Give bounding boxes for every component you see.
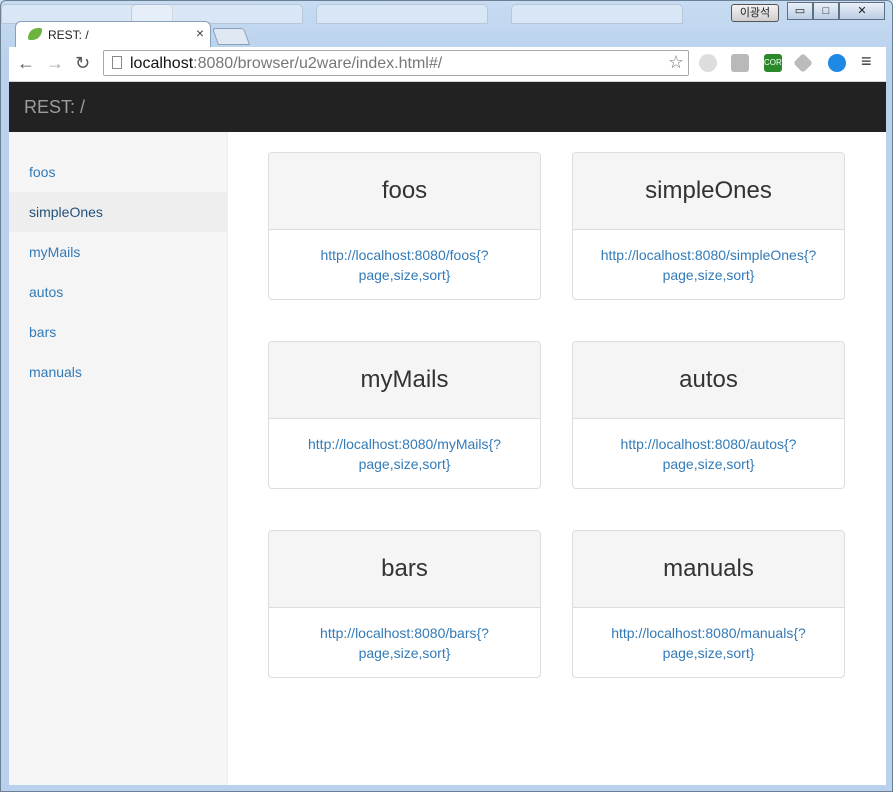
card-header: simpleOnes <box>573 153 844 230</box>
card-title: autos <box>679 366 738 393</box>
extension-icon[interactable] <box>699 54 717 72</box>
sidebar: foos simpleOnes myMails autos bars manua… <box>9 132 228 785</box>
resource-card: foos http://localhost:8080/foos{? page,si… <box>268 152 541 300</box>
resource-link[interactable]: http://localhost:8080/simpleOnes{? page,s… <box>573 230 844 285</box>
sidebar-item-autos[interactable]: autos <box>9 272 227 312</box>
active-tab[interactable]: REST: / × <box>15 21 211 47</box>
background-tab[interactable] <box>511 4 683 24</box>
spring-leaf-icon <box>28 28 42 40</box>
background-tab[interactable] <box>316 4 488 24</box>
card-title: simpleOnes <box>645 177 772 204</box>
card-header: myMails <box>269 342 540 419</box>
card-title: manuals <box>663 555 754 582</box>
cors-extension-icon[interactable]: CORS <box>764 54 787 72</box>
resource-card: manuals http://localhost:8080/manuals{? p… <box>572 530 845 678</box>
resource-link[interactable]: http://localhost:8080/autos{? page,size,s… <box>573 419 844 474</box>
tab-title: REST: / <box>48 28 89 42</box>
card-header: autos <box>573 342 844 419</box>
back-icon[interactable]: ← <box>17 53 35 74</box>
resource-card: bars http://localhost:8080/bars{? page,si… <box>268 530 541 678</box>
navbar: REST: / <box>9 82 886 132</box>
card-header: foos <box>269 153 540 230</box>
card-header: manuals <box>573 531 844 608</box>
sidebar-item-simpleones[interactable]: simpleOnes <box>9 192 227 232</box>
dropbox-icon[interactable] <box>731 54 749 72</box>
resource-card: simpleOnes http://localhost:8080/simpleO… <box>572 152 845 300</box>
download-icon[interactable] <box>828 54 846 72</box>
window-controls: ▭ □ ✕ <box>787 2 885 21</box>
resource-link[interactable]: http://localhost:8080/manuals{? page,size… <box>573 608 844 663</box>
page-icon <box>112 56 122 69</box>
profile-button[interactable]: 이광석 <box>731 4 779 22</box>
maximize-button[interactable]: □ <box>813 2 839 20</box>
browser-toolbar: ← → ↻ localhost:8080/browser/u2ware/inde… <box>9 47 886 82</box>
sidebar-item-mymails[interactable]: myMails <box>9 232 227 272</box>
card-title: foos <box>381 177 428 204</box>
navbar-brand[interactable]: REST: / <box>24 97 85 118</box>
resource-link[interactable]: http://localhost:8080/foos{? page,size,so… <box>269 230 540 285</box>
reload-icon[interactable]: ↻ <box>75 53 90 74</box>
url-text: localhost:8080/browser/u2ware/index.html… <box>130 55 443 72</box>
card-title: myMails <box>360 366 449 393</box>
resource-link[interactable]: http://localhost:8080/bars{? page,size,so… <box>269 608 540 663</box>
minimize-button[interactable]: ▭ <box>787 2 813 20</box>
resource-card: autos http://localhost:8080/autos{? page,… <box>572 341 845 489</box>
close-window-button[interactable]: ✕ <box>839 2 885 20</box>
browser-window: REST: / × 이광석 ▭ □ ✕ ← → ↻ localhost:8080… <box>0 0 893 792</box>
title-bar: REST: / × 이광석 ▭ □ ✕ <box>1 1 892 47</box>
sidebar-item-manuals[interactable]: manuals <box>9 352 227 392</box>
card-title: bars <box>381 555 428 582</box>
tab-close-icon[interactable]: × <box>196 25 204 41</box>
bookmark-star-icon[interactable]: ☆ <box>668 52 684 73</box>
drive-icon[interactable] <box>793 53 813 73</box>
card-header: bars <box>269 531 540 608</box>
forward-icon[interactable]: → <box>46 53 64 74</box>
sidebar-item-foos[interactable]: foos <box>9 152 227 192</box>
web-page: REST: / foos simpleOnes myMails autos ba… <box>9 82 886 785</box>
resource-card: myMails http://localhost:8080/myMails{? p… <box>268 341 541 489</box>
menu-icon[interactable]: ≡ <box>861 51 872 72</box>
sidebar-item-bars[interactable]: bars <box>9 312 227 352</box>
resource-link[interactable]: http://localhost:8080/myMails{? page,size… <box>269 419 540 474</box>
address-bar[interactable]: localhost:8080/browser/u2ware/index.html… <box>103 50 689 76</box>
new-tab-button[interactable] <box>211 28 251 45</box>
